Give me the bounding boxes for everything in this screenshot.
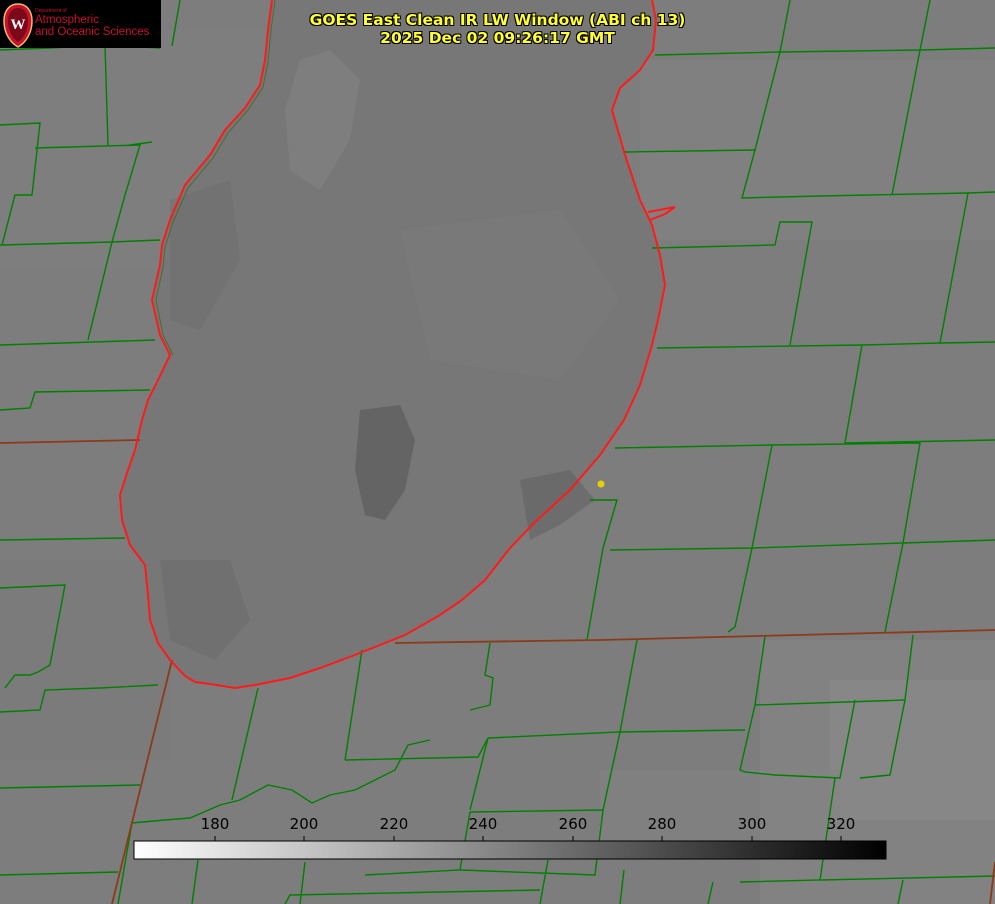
uw-crest-icon: W xyxy=(3,3,33,48)
colorbar-tick-label: 180 xyxy=(200,815,230,833)
svg-text:W: W xyxy=(11,17,26,33)
title-line-2: 2025 Dec 02 09:26:17 GMT xyxy=(380,29,615,47)
title-line-1: GOES East Clean IR LW Window (ABI ch 13) xyxy=(309,11,686,29)
colorbar-gradient xyxy=(133,840,887,860)
colorbar-tick-label: 280 xyxy=(647,815,677,833)
station-marker xyxy=(597,480,605,488)
colorbar-tick-label: 300 xyxy=(737,815,767,833)
logo-line-2: and Oceanic Sciences xyxy=(35,26,150,38)
image-title: GOES East Clean IR LW Window (ABI ch 13)… xyxy=(290,11,705,47)
logo-line-1: Atmospheric xyxy=(35,14,99,26)
uw-aos-logo: W Department of Atmospheric and Oceanic … xyxy=(0,0,161,48)
colorbar-tick-label: 220 xyxy=(379,815,409,833)
colorbar-tick-label: 320 xyxy=(826,815,856,833)
colorbar-tick-label: 260 xyxy=(558,815,588,833)
colorbar-tick-label: 240 xyxy=(468,815,498,833)
logo-text: Department of Atmospheric and Oceanic Sc… xyxy=(35,8,150,38)
map-canvas xyxy=(0,0,995,904)
colorbar-tick-label: 200 xyxy=(289,815,319,833)
